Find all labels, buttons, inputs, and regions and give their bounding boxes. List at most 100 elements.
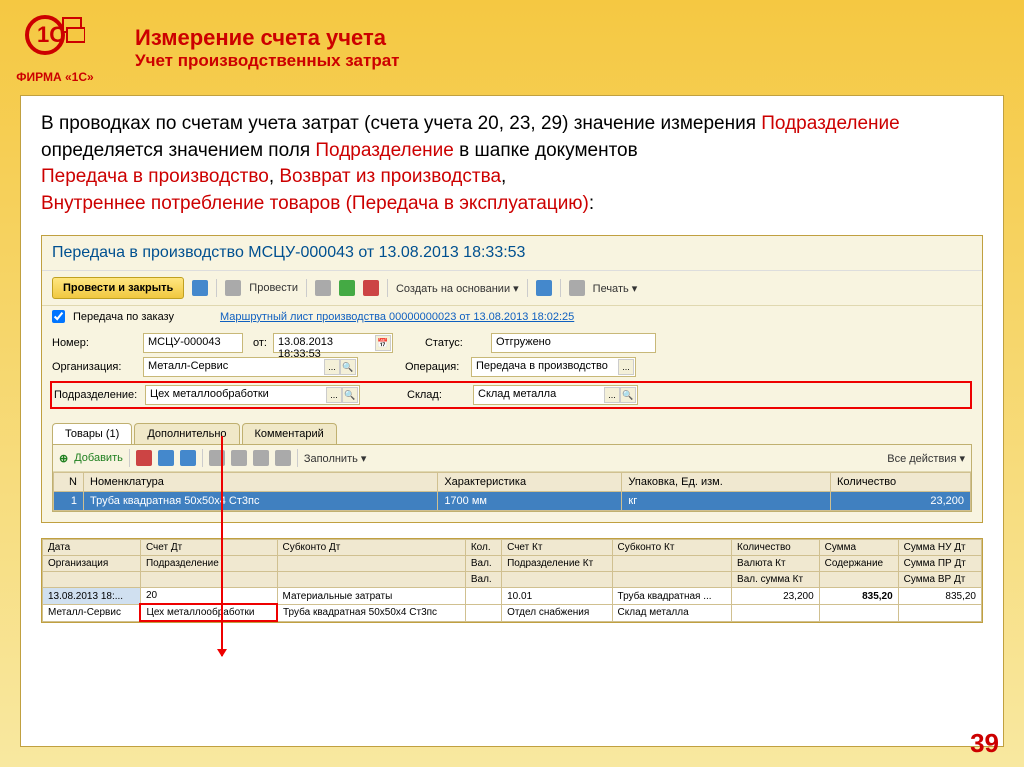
- col-sum-nu[interactable]: Сумма НУ Дт: [898, 540, 981, 556]
- status-label: Статус:: [425, 337, 485, 349]
- calendar-icon[interactable]: 📅: [375, 335, 391, 351]
- postings-table: Дата Счет Дт Субконто Дт Кол. Счет Кт Су…: [42, 539, 982, 622]
- warehouse-label: Склад:: [407, 389, 467, 401]
- col-curr2[interactable]: Вал.: [465, 572, 501, 588]
- create-based-dropdown[interactable]: Создать на основании ▾: [396, 282, 519, 295]
- logo-area: 1C ФИРМА «1С»: [0, 0, 110, 94]
- col-sum-pr[interactable]: Сумма ПР Дт: [898, 556, 981, 572]
- select-icon[interactable]: ...: [324, 359, 340, 375]
- org-field[interactable]: Металл-Сервис...🔍: [143, 357, 358, 377]
- select-icon[interactable]: ...: [604, 387, 620, 403]
- col-n[interactable]: N: [54, 473, 84, 492]
- by-order-checkbox[interactable]: [52, 310, 65, 323]
- form-fields: Номер: МСЦУ-000043 от: 13.08.2013 18:33:…: [42, 327, 982, 419]
- col-curr-kt[interactable]: Валюта Кт: [732, 556, 820, 572]
- table-row[interactable]: 1 Труба квадратная 50x50x4 Ст3пс 1700 мм…: [54, 492, 971, 511]
- print-icon[interactable]: [569, 280, 585, 296]
- col-item[interactable]: Номенклатура: [84, 473, 438, 492]
- delete-icon[interactable]: [136, 450, 152, 466]
- page-header: Измерение счета учета Учет производствен…: [135, 25, 1004, 71]
- select-icon[interactable]: ...: [618, 359, 634, 375]
- warehouse-field[interactable]: Склад металла...🔍: [473, 385, 638, 405]
- operation-field[interactable]: Передача в производство...: [471, 357, 636, 377]
- logo-1c-icon: 1C: [25, 10, 85, 60]
- post-and-close-button[interactable]: Провести и закрыть: [52, 277, 184, 299]
- fill-dropdown[interactable]: Заполнить ▾: [304, 452, 367, 465]
- post-button[interactable]: Провести: [249, 282, 298, 294]
- intro-text: В проводках по счетам учета затрат (счет…: [41, 111, 983, 217]
- col-curr-sum[interactable]: Вал. сумма Кт: [732, 572, 820, 588]
- page-title: Измерение счета учета: [135, 25, 1004, 51]
- tab-extra[interactable]: Дополнительно: [134, 423, 239, 444]
- table-header-row: Дата Счет Дт Субконто Дт Кол. Счет Кт Су…: [43, 540, 982, 556]
- app-window: Передача в производство МСЦУ-000043 от 1…: [41, 235, 983, 523]
- search-icon[interactable]: 🔍: [620, 387, 636, 403]
- table-header-row: N Номенклатура Характеристика Упаковка, …: [54, 473, 971, 492]
- route-sheet-link[interactable]: Маршрутный лист производства 00000000023…: [220, 311, 574, 323]
- up-icon[interactable]: [158, 450, 174, 466]
- table-header-row: Вал. Вал. сумма Кт Сумма ВР Дт: [43, 572, 982, 588]
- page-subtitle: Учет производственных затрат: [135, 51, 1004, 71]
- postings-table-wrap: Дата Счет Дт Субконто Дт Кол. Счет Кт Су…: [41, 538, 983, 623]
- col-dept[interactable]: Подразделение: [140, 556, 277, 572]
- select-icon[interactable]: ...: [326, 387, 342, 403]
- table-row[interactable]: 13.08.2013 18:... 20 Материальные затрат…: [43, 588, 982, 605]
- add-button[interactable]: Добавить: [74, 452, 123, 464]
- dept-highlighted-cell: Цех металлообработки: [140, 604, 277, 621]
- col-acc-dt[interactable]: Счет Дт: [140, 540, 277, 556]
- content-panel: В проводках по счетам учета затрат (счет…: [20, 95, 1004, 747]
- action-icon[interactable]: [253, 450, 269, 466]
- col-content[interactable]: Содержание: [819, 556, 898, 572]
- col-acc-kt[interactable]: Счет Кт: [502, 540, 612, 556]
- col-qty[interactable]: Количество: [831, 473, 971, 492]
- col-date[interactable]: Дата: [43, 540, 141, 556]
- add-plus-icon[interactable]: ⊕: [59, 452, 68, 465]
- col-qty2[interactable]: Количество: [732, 540, 820, 556]
- col-qty[interactable]: Кол.: [465, 540, 501, 556]
- grid-toolbar: ⊕ Добавить Заполнить ▾ Все действия ▾: [53, 445, 971, 472]
- col-org[interactable]: Организация: [43, 556, 141, 572]
- doc-icon[interactable]: [225, 280, 241, 296]
- red-arrow-annotation: [221, 436, 223, 656]
- col-dept-kt[interactable]: Подразделение Кт: [502, 556, 612, 572]
- list-icon[interactable]: [315, 280, 331, 296]
- page-number: 39: [970, 728, 999, 759]
- logo-text: ФИРМА «1С»: [10, 70, 100, 84]
- col-curr[interactable]: Вал.: [465, 556, 501, 572]
- tab-goods[interactable]: Товары (1): [52, 423, 132, 444]
- col-sum[interactable]: Сумма: [819, 540, 898, 556]
- main-toolbar: Провести и закрыть Провести Создать на о…: [42, 271, 982, 306]
- col-pack[interactable]: Упаковка, Ед. изм.: [622, 473, 831, 492]
- by-order-label: Передача по заказу: [73, 311, 174, 323]
- paste-icon[interactable]: [231, 450, 247, 466]
- action2-icon[interactable]: [275, 450, 291, 466]
- order-checkbox-row: Передача по заказу Маршрутный лист произ…: [42, 306, 982, 327]
- dt-kt-icon[interactable]: [339, 280, 355, 296]
- table-header-row: Организация Подразделение Вал. Подраздел…: [43, 556, 982, 572]
- print-dropdown[interactable]: Печать ▾: [593, 282, 638, 295]
- attach-icon[interactable]: [536, 280, 552, 296]
- tab-content: ⊕ Добавить Заполнить ▾ Все действия ▾ N: [52, 444, 972, 512]
- search-icon[interactable]: 🔍: [342, 387, 358, 403]
- window-title: Передача в производство МСЦУ-000043 от 1…: [42, 236, 982, 271]
- table-row[interactable]: Металл-Сервис Цех металлообработки Труба…: [43, 604, 982, 621]
- col-sub-dt[interactable]: Субконто Дт: [277, 540, 465, 556]
- save-icon[interactable]: [192, 280, 208, 296]
- down-icon[interactable]: [180, 450, 196, 466]
- all-actions-dropdown[interactable]: Все действия ▾: [887, 452, 965, 465]
- status-field[interactable]: Отгружено: [491, 333, 656, 353]
- dept-label: Подразделение:: [54, 389, 139, 401]
- org-label: Организация:: [52, 361, 137, 373]
- number-field[interactable]: МСЦУ-000043: [143, 333, 243, 353]
- svg-text:1C: 1C: [37, 22, 65, 47]
- tab-comment[interactable]: Комментарий: [242, 423, 337, 444]
- dr-cr-icon[interactable]: [363, 280, 379, 296]
- col-char[interactable]: Характеристика: [438, 473, 622, 492]
- date-field[interactable]: 13.08.2013 18:33:53📅: [273, 333, 393, 353]
- tabs: Товары (1) Дополнительно Комментарий: [42, 423, 982, 444]
- dept-field[interactable]: Цех металлообработки...🔍: [145, 385, 360, 405]
- col-sum-vr[interactable]: Сумма ВР Дт: [898, 572, 981, 588]
- search-icon[interactable]: 🔍: [340, 359, 356, 375]
- number-label: Номер:: [52, 337, 137, 349]
- col-sub-kt[interactable]: Субконто Кт: [612, 540, 731, 556]
